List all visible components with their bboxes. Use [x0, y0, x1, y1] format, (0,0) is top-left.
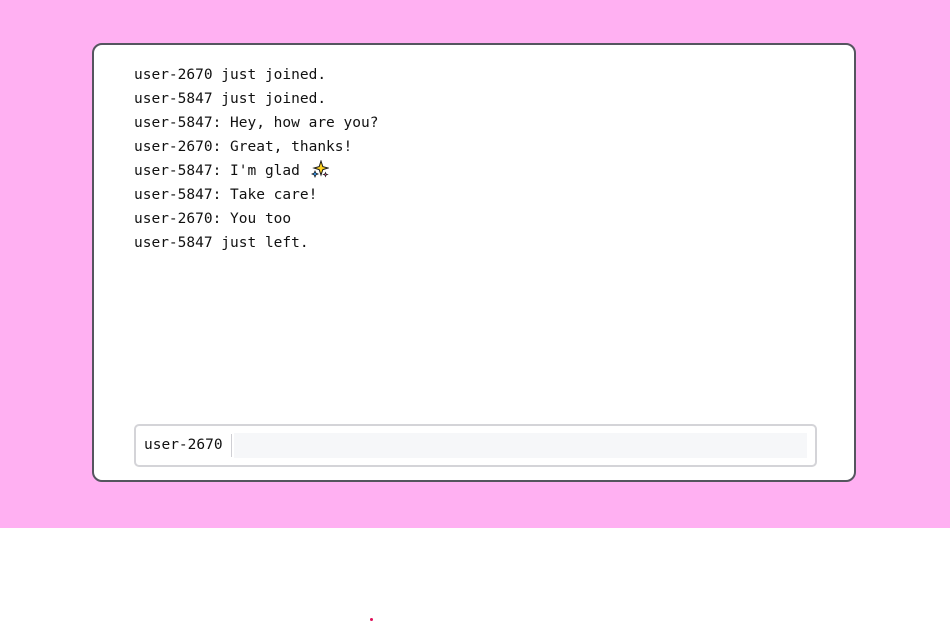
message-input[interactable]: [234, 433, 807, 458]
chat-message: user-5847 just joined.: [134, 91, 327, 107]
composer-divider: [231, 434, 232, 457]
sparkles-icon: [310, 160, 329, 178]
chat-message: user-5847 just left.: [134, 235, 309, 251]
chat-message: user-5847: Hey, how are you?: [134, 115, 379, 131]
chat-message: user-2670 just joined.: [134, 67, 327, 83]
message-list: user-2670 just joined. user-5847 just jo…: [134, 63, 378, 255]
chat-message: user-2670: You too: [134, 211, 292, 227]
chat-message: user-5847: Take care!: [134, 187, 318, 203]
chat-message: user-5847: I'm glad: [134, 159, 378, 183]
message-composer: user-2670: [134, 424, 817, 467]
chat-window: user-2670 just joined. user-5847 just jo…: [92, 43, 856, 482]
chat-message: user-2670: Great, thanks!: [134, 139, 353, 155]
composer-username: user-2670: [144, 437, 223, 453]
mouse-cursor: [370, 618, 373, 621]
